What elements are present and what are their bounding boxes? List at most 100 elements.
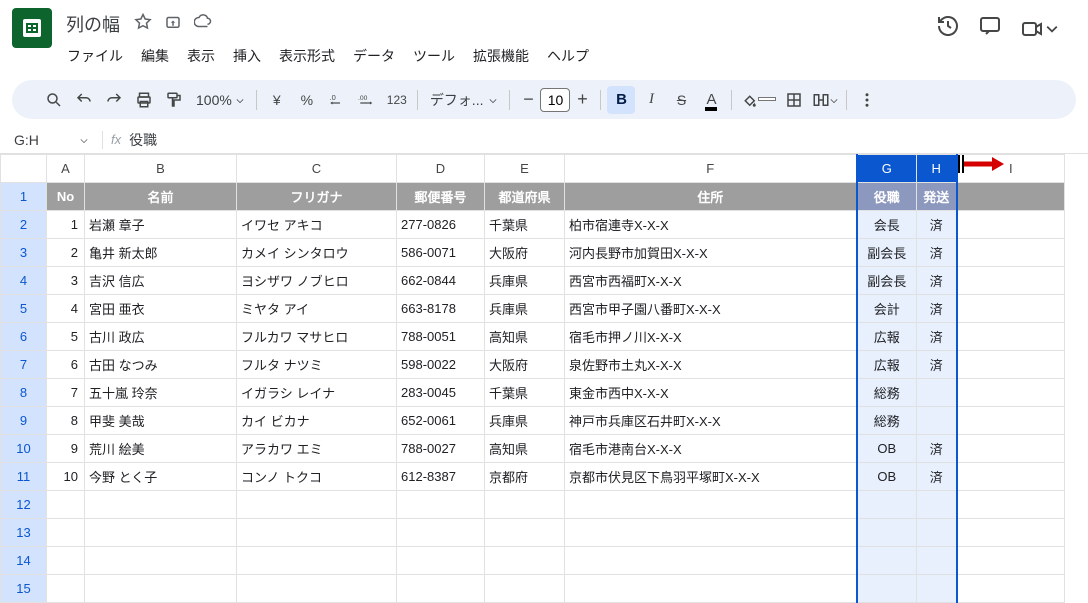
cell[interactable]: 宿毛市押ノ川X-X-X (565, 323, 857, 351)
row-header[interactable]: 10 (1, 435, 47, 463)
cell[interactable]: 済 (917, 323, 957, 351)
cell[interactable]: 住所 (565, 183, 857, 211)
cell[interactable]: 済 (917, 295, 957, 323)
row-header[interactable]: 8 (1, 379, 47, 407)
currency-button[interactable]: ¥ (263, 86, 291, 114)
cell[interactable]: 郵便番号 (397, 183, 485, 211)
cell[interactable]: 10 (47, 463, 85, 491)
search-icon[interactable] (40, 86, 68, 114)
menu-extensions[interactable]: 拡張機能 (466, 42, 536, 70)
col-header-C[interactable]: C (237, 155, 397, 183)
cloud-icon[interactable] (194, 13, 212, 36)
cell[interactable] (917, 379, 957, 407)
row-header[interactable]: 1 (1, 183, 47, 211)
cell[interactable] (47, 547, 85, 575)
bold-button[interactable]: B (607, 86, 635, 114)
cell[interactable]: 283-0045 (397, 379, 485, 407)
cell[interactable]: 荒川 絵美 (85, 435, 237, 463)
row-header[interactable]: 14 (1, 547, 47, 575)
cell[interactable]: 広報 (857, 351, 917, 379)
menu-edit[interactable]: 編集 (134, 42, 176, 70)
cell[interactable]: 神戸市兵庫区石井町X-X-X (565, 407, 857, 435)
cell[interactable]: 7 (47, 379, 85, 407)
cell[interactable]: 広報 (857, 323, 917, 351)
cell[interactable] (565, 491, 857, 519)
undo-icon[interactable] (70, 86, 98, 114)
cell[interactable]: 586-0071 (397, 239, 485, 267)
cell[interactable]: 済 (917, 435, 957, 463)
formula-content[interactable]: 役職 (129, 130, 157, 150)
col-header-D[interactable]: D (397, 155, 485, 183)
cell[interactable]: 吉沢 信広 (85, 267, 237, 295)
cell[interactable]: 古田 なつみ (85, 351, 237, 379)
col-header-B[interactable]: B (85, 155, 237, 183)
cell[interactable]: 652-0061 (397, 407, 485, 435)
cell[interactable]: 高知県 (485, 323, 565, 351)
cell[interactable]: 済 (917, 239, 957, 267)
cell[interactable]: 都道府県 (485, 183, 565, 211)
cell[interactable]: 会計 (857, 295, 917, 323)
cell[interactable]: 9 (47, 435, 85, 463)
row-header[interactable]: 9 (1, 407, 47, 435)
menu-tools[interactable]: ツール (406, 42, 462, 70)
cell[interactable]: OB (857, 463, 917, 491)
cell[interactable]: OB (857, 435, 917, 463)
cell[interactable]: 済 (917, 267, 957, 295)
cell[interactable]: 柏市宿連寺X-X-X (565, 211, 857, 239)
cell[interactable]: 6 (47, 351, 85, 379)
cell[interactable]: 宿毛市港南台X-X-X (565, 435, 857, 463)
cell[interactable] (957, 183, 1065, 211)
cell[interactable]: 662-0844 (397, 267, 485, 295)
cell[interactable]: 西宮市甲子園八番町X-X-X (565, 295, 857, 323)
col-header-I[interactable]: I (957, 155, 1065, 183)
cell[interactable] (47, 491, 85, 519)
cell[interactable]: 1 (47, 211, 85, 239)
cell[interactable]: 788-0027 (397, 435, 485, 463)
row-header[interactable]: 6 (1, 323, 47, 351)
cell[interactable]: 岩瀬 章子 (85, 211, 237, 239)
cell[interactable] (237, 519, 397, 547)
col-header-E[interactable]: E (485, 155, 565, 183)
row-header[interactable]: 13 (1, 519, 47, 547)
cell[interactable] (47, 519, 85, 547)
cell[interactable] (237, 575, 397, 603)
cell[interactable]: 亀井 新太郎 (85, 239, 237, 267)
cell[interactable]: 兵庫県 (485, 267, 565, 295)
cell[interactable]: 大阪府 (485, 239, 565, 267)
cell[interactable]: 京都府 (485, 463, 565, 491)
cell[interactable]: 総務 (857, 379, 917, 407)
cell[interactable]: カイ ビカナ (237, 407, 397, 435)
cell[interactable] (957, 295, 1065, 323)
menu-file[interactable]: ファイル (60, 42, 130, 70)
cell[interactable] (85, 547, 237, 575)
cell[interactable] (857, 519, 917, 547)
row-header[interactable]: 4 (1, 267, 47, 295)
cell[interactable] (397, 491, 485, 519)
move-icon[interactable] (164, 13, 182, 36)
doc-title[interactable]: 列の幅 (60, 10, 126, 38)
cell[interactable] (957, 547, 1065, 575)
cell[interactable]: 京都市伏見区下鳥羽平塚町X-X-X (565, 463, 857, 491)
paint-format-icon[interactable] (160, 86, 188, 114)
meet-button[interactable] (1020, 17, 1058, 41)
comment-icon[interactable] (978, 14, 1002, 43)
cell[interactable]: 済 (917, 351, 957, 379)
cell[interactable] (85, 575, 237, 603)
font-select[interactable]: デフォ... (424, 90, 504, 110)
cell[interactable]: 8 (47, 407, 85, 435)
font-size-input[interactable] (540, 88, 570, 112)
cell[interactable]: 済 (917, 463, 957, 491)
cell[interactable]: 河内長野市加賀田X-X-X (565, 239, 857, 267)
borders-button[interactable] (780, 86, 808, 114)
more-toolbar-icon[interactable] (853, 86, 881, 114)
cell[interactable]: 名前 (85, 183, 237, 211)
cell[interactable] (485, 547, 565, 575)
cell[interactable]: 兵庫県 (485, 407, 565, 435)
cell[interactable]: 済 (917, 211, 957, 239)
decrease-decimal-button[interactable]: .0 (323, 86, 351, 114)
row-header[interactable]: 7 (1, 351, 47, 379)
print-icon[interactable] (130, 86, 158, 114)
cell[interactable] (957, 379, 1065, 407)
row-header[interactable]: 12 (1, 491, 47, 519)
cell[interactable]: 甲斐 美哉 (85, 407, 237, 435)
